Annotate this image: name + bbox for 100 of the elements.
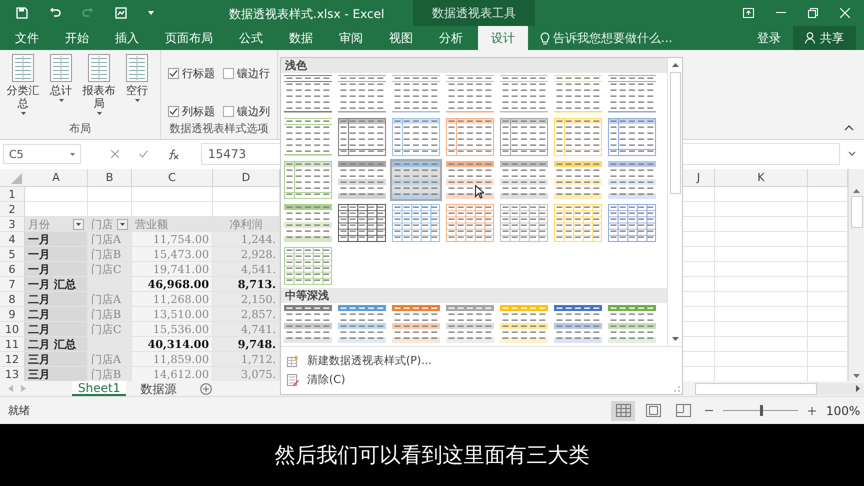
table-style-option[interactable]	[498, 73, 550, 115]
table-style-option[interactable]	[336, 116, 388, 158]
horizontal-scrollbar[interactable]	[695, 382, 864, 394]
cancel-icon[interactable]	[111, 150, 119, 158]
collapse-ribbon-icon[interactable]	[844, 125, 854, 131]
menu-item[interactable]: 清除(C)	[281, 370, 682, 389]
form-icon[interactable]	[115, 7, 127, 19]
ribbon-tab[interactable]: 视图	[378, 26, 424, 50]
table-style-option[interactable]	[282, 245, 334, 287]
table-style-option[interactable]	[444, 116, 496, 158]
function-icon[interactable]	[168, 148, 179, 160]
table-style-option[interactable]	[498, 202, 550, 244]
ribbon-tab[interactable]: 数据	[278, 26, 324, 50]
table-style-option[interactable]	[552, 116, 604, 158]
row-header[interactable]: 11	[0, 337, 25, 352]
row-header[interactable]: 12	[0, 352, 25, 367]
ribbon-tab[interactable]: 文件	[4, 26, 50, 50]
scroll-down-icon[interactable]	[672, 337, 678, 341]
table-style-option[interactable]	[282, 116, 334, 158]
table-style-option[interactable]	[444, 159, 496, 201]
row-header[interactable]: 3	[0, 217, 25, 232]
expand-icon[interactable]	[848, 151, 856, 156]
row-header[interactable]: 9	[0, 307, 25, 322]
ribbon-tab[interactable]: 插入	[104, 26, 150, 50]
table-style-option[interactable]	[390, 159, 442, 201]
scroll-up-icon[interactable]	[853, 189, 860, 193]
table-style-option[interactable]	[606, 202, 658, 244]
add-sheet-icon[interactable]	[200, 382, 212, 394]
minimize-icon[interactable]	[776, 12, 786, 14]
table-style-option[interactable]	[552, 303, 604, 345]
scroll-up-icon[interactable]	[672, 63, 678, 67]
table-style-option[interactable]	[336, 73, 388, 115]
row-header[interactable]: 5	[0, 247, 25, 262]
table-style-option[interactable]	[498, 116, 550, 158]
table-style-option[interactable]	[606, 159, 658, 201]
resize-grip-icon[interactable]	[674, 386, 680, 392]
row-header[interactable]: 8	[0, 292, 25, 307]
checkbox[interactable]	[223, 106, 234, 117]
table-style-option[interactable]	[336, 303, 388, 345]
table-style-option[interactable]	[282, 202, 334, 244]
checkbox[interactable]	[223, 68, 234, 80]
ribbon-display-icon[interactable]	[743, 8, 754, 18]
share-button[interactable]: 共享	[793, 26, 856, 50]
ribbon-button[interactable]: 报表布局	[80, 54, 118, 121]
table-style-option[interactable]	[606, 116, 658, 158]
table-style-option[interactable]	[336, 202, 388, 244]
table-style-option[interactable]	[282, 159, 334, 201]
normal-view-button[interactable]	[611, 400, 635, 420]
tell-me-field[interactable]: 告诉我您想要做什么...	[540, 26, 703, 50]
row-header[interactable]: 1	[0, 187, 25, 202]
sign-in-link[interactable]: 登录	[745, 26, 793, 50]
ribbon-tab[interactable]: 审阅	[328, 26, 374, 50]
column-header[interactable]: B	[88, 169, 132, 186]
table-style-option[interactable]	[444, 303, 496, 345]
row-header[interactable]: 13	[0, 367, 25, 382]
table-style-option[interactable]	[552, 202, 604, 244]
table-style-option[interactable]	[390, 116, 442, 158]
table-style-option[interactable]	[606, 73, 658, 115]
table-style-option[interactable]	[390, 303, 442, 345]
table-style-option[interactable]	[282, 73, 334, 115]
zoom-in-icon[interactable]	[808, 406, 816, 414]
sheet-tab[interactable]: 数据源	[134, 381, 182, 396]
ribbon-tab[interactable]: 开始	[54, 26, 100, 50]
table-style-option[interactable]	[444, 202, 496, 244]
undo-icon[interactable]	[49, 7, 61, 19]
scrollbar-thumb[interactable]	[670, 72, 680, 194]
table-style-option[interactable]	[606, 303, 658, 345]
gallery-scrollbar[interactable]	[667, 58, 682, 346]
scroll-down-icon[interactable]	[853, 374, 860, 378]
menu-item[interactable]: 新建数据透视表样式(P)...	[281, 351, 682, 370]
scrollbar-thumb[interactable]	[695, 382, 817, 394]
ribbon-tab[interactable]: 设计	[478, 26, 528, 50]
caret-icon[interactable]	[148, 11, 154, 15]
table-style-option[interactable]	[552, 159, 604, 201]
table-style-option[interactable]	[552, 73, 604, 115]
table-style-option[interactable]	[498, 159, 550, 201]
table-style-option[interactable]	[336, 159, 388, 201]
row-header[interactable]: 7	[0, 277, 25, 292]
table-style-option[interactable]	[444, 73, 496, 115]
ribbon-tab[interactable]: 页面布局	[154, 26, 224, 50]
name-box[interactable]: C5	[3, 144, 81, 164]
row-header[interactable]: 10	[0, 322, 25, 337]
scrollbar-thumb[interactable]	[850, 196, 862, 228]
column-header[interactable]: C	[132, 169, 213, 186]
restore-icon[interactable]	[808, 8, 818, 18]
ribbon-button[interactable]: 分类汇总	[4, 54, 42, 121]
table-style-option[interactable]	[282, 303, 334, 345]
ribbon-tab[interactable]: 分析	[428, 26, 474, 50]
table-style-option[interactable]	[390, 202, 442, 244]
table-style-option[interactable]	[498, 303, 550, 345]
row-header[interactable]: 2	[0, 202, 25, 217]
row-header[interactable]: 6	[0, 262, 25, 277]
sheet-tab[interactable]: Sheet1	[72, 381, 126, 396]
scroll-right-icon[interactable]	[856, 385, 860, 392]
close-icon[interactable]	[840, 8, 850, 18]
column-header[interactable]: A	[25, 169, 88, 186]
save-icon[interactable]	[16, 7, 28, 19]
column-header[interactable]: K	[715, 169, 808, 186]
checkbox[interactable]	[168, 106, 179, 117]
filter-dropdown-icon[interactable]	[117, 218, 128, 230]
